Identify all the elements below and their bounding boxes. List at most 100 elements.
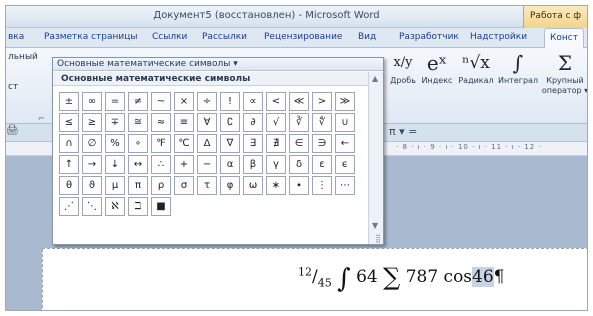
symbol-button[interactable]: ∂ <box>243 113 263 132</box>
integral-argument[interactable]: 64 <box>356 267 378 287</box>
fraction-numerator[interactable]: 12 <box>298 265 312 278</box>
tab-addins[interactable]: Надстройки <box>470 32 527 42</box>
equation[interactable]: 12/45 ∫ 64 ∑ 787 cos46¶ <box>298 263 505 294</box>
symbol-button[interactable]: ℉ <box>151 134 171 153</box>
symbol-button[interactable]: ≫ <box>335 92 355 111</box>
symbol-button[interactable]: ∅ <box>82 134 102 153</box>
symbol-button[interactable]: ↓ <box>105 155 125 174</box>
symbol-button[interactable]: ϵ <box>335 155 355 174</box>
symbol-button[interactable]: θ <box>59 176 79 195</box>
radical-button[interactable]: ⁿ√x Радикал <box>457 50 495 86</box>
symbol-button[interactable]: ⋰ <box>59 197 79 216</box>
tab-design[interactable]: Конст <box>544 28 584 49</box>
symbol-button[interactable]: ∜ <box>312 113 332 132</box>
symbol-button[interactable]: γ <box>266 155 286 174</box>
symbol-button[interactable]: ∝ <box>243 92 263 111</box>
symbol-button[interactable]: ∛ <box>289 113 309 132</box>
symbol-button[interactable]: ≤ <box>59 113 79 132</box>
symbol-button[interactable]: − <box>197 155 217 174</box>
ribbon-fragment-text[interactable]: ст <box>8 82 18 92</box>
symbol-button[interactable]: ε <box>312 155 332 174</box>
scroll-down-icon[interactable]: ▼ <box>372 221 378 230</box>
symbol-button[interactable]: ∙ <box>289 176 309 195</box>
symbol-button[interactable]: ∇ <box>220 134 240 153</box>
sum-argument[interactable]: 787 <box>406 267 438 287</box>
symbol-button[interactable]: ⋮ <box>312 176 332 195</box>
symbol-button[interactable]: ω <box>243 176 263 195</box>
symbol-button[interactable]: ∗ <box>266 176 286 195</box>
symbol-button[interactable]: μ <box>105 176 125 195</box>
tab-insert[interactable]: вка <box>8 32 24 42</box>
symbol-button[interactable]: ∩ <box>59 134 79 153</box>
script-button[interactable]: eˣ Индекс <box>419 50 455 86</box>
symbol-button[interactable]: ∀ <box>197 113 217 132</box>
tab-developer[interactable]: Разработчик <box>399 32 459 42</box>
ribbon-fragment-normal[interactable]: льный <box>8 52 38 62</box>
tab-mailings[interactable]: Рассылки <box>202 32 247 42</box>
symbol-button[interactable]: ∁ <box>220 113 240 132</box>
gallery-category-dropdown[interactable]: Основные математические символы ▾ <box>53 58 383 71</box>
symbol-button[interactable]: < <box>266 92 286 111</box>
symbol-button[interactable]: % <box>105 134 125 153</box>
symbol-button[interactable]: ≅ <box>128 113 148 132</box>
symbol-button[interactable]: ⋱ <box>82 197 102 216</box>
symbol-button[interactable]: ≈ <box>151 113 171 132</box>
symbol-button[interactable]: ∞ <box>82 92 102 111</box>
symbol-button[interactable]: ≪ <box>289 92 309 111</box>
tab-references[interactable]: Ссылки <box>152 32 187 42</box>
fraction-denominator[interactable]: 45 <box>318 276 332 289</box>
symbol-button[interactable]: ∘ <box>128 134 148 153</box>
symbol-button[interactable]: ← <box>335 134 355 153</box>
symbol-button[interactable]: ~ <box>151 92 171 111</box>
equation-options[interactable]: π ▾ = <box>389 125 417 138</box>
symbol-button[interactable]: ∈ <box>289 134 309 153</box>
large-operator-button[interactable]: Σ Крупный оператор ▾ <box>541 50 587 96</box>
symbol-button[interactable]: ■ <box>151 197 171 216</box>
symbol-button[interactable]: ÷ <box>197 92 217 111</box>
symbol-button[interactable]: ∄ <box>266 134 286 153</box>
symbol-button[interactable]: τ <box>197 176 217 195</box>
context-tab-equation-tools[interactable]: Работа с ф <box>523 6 587 28</box>
symbol-button[interactable]: ⋯ <box>335 176 355 195</box>
print-preview-icon[interactable]: 🖨 <box>6 125 19 136</box>
symbol-button[interactable]: × <box>174 92 194 111</box>
resize-grip-icon[interactable]: ⣿ <box>375 234 381 243</box>
symbol-button[interactable]: ≡ <box>174 113 194 132</box>
symbol-button[interactable]: σ <box>174 176 194 195</box>
symbol-button[interactable]: = <box>105 92 125 111</box>
symbol-button[interactable]: ! <box>220 92 240 111</box>
symbol-button[interactable]: ℶ <box>128 197 148 216</box>
scroll-up-icon[interactable]: ▲ <box>372 74 378 83</box>
symbol-button[interactable]: ≥ <box>82 113 102 132</box>
symbol-button[interactable]: ∋ <box>312 134 332 153</box>
symbol-button[interactable]: ∪ <box>335 113 355 132</box>
symbol-button[interactable]: Δ <box>197 134 217 153</box>
symbol-button[interactable]: √ <box>266 113 286 132</box>
symbol-button[interactable]: α <box>220 155 240 174</box>
group-launcher-icon[interactable]: ⌐ <box>38 114 45 123</box>
document-page[interactable]: 12/45 ∫ 64 ∑ 787 cos46¶ <box>42 248 587 310</box>
symbol-button[interactable]: ↔ <box>128 155 148 174</box>
symbol-button[interactable]: ℵ <box>105 197 125 216</box>
symbol-button[interactable]: ∴ <box>151 155 171 174</box>
symbol-button[interactable]: ϑ <box>82 176 102 195</box>
symbol-button[interactable]: ℃ <box>174 134 194 153</box>
symbol-button[interactable]: ↑ <box>59 155 79 174</box>
symbol-button[interactable]: > <box>312 92 332 111</box>
symbol-button[interactable]: ∓ <box>105 113 125 132</box>
fraction-button[interactable]: x/y Дробь <box>389 50 417 86</box>
function-argument[interactable]: 46 <box>472 267 494 287</box>
symbol-button[interactable]: → <box>82 155 102 174</box>
symbol-button[interactable]: β <box>243 155 263 174</box>
symbol-button[interactable]: ∃ <box>243 134 263 153</box>
symbol-button[interactable]: ρ <box>151 176 171 195</box>
symbol-button[interactable]: ± <box>59 92 79 111</box>
symbol-button[interactable]: π <box>128 176 148 195</box>
symbol-button[interactable]: + <box>174 155 194 174</box>
symbol-button[interactable]: φ <box>220 176 240 195</box>
symbol-button[interactable]: δ <box>289 155 309 174</box>
tab-review[interactable]: Рецензирование <box>264 32 342 42</box>
tab-page-layout[interactable]: Разметка страницы <box>44 32 138 42</box>
gallery-scrollbar[interactable]: ▲ ▼ <box>368 72 383 244</box>
symbol-button[interactable]: ≠ <box>128 92 148 111</box>
